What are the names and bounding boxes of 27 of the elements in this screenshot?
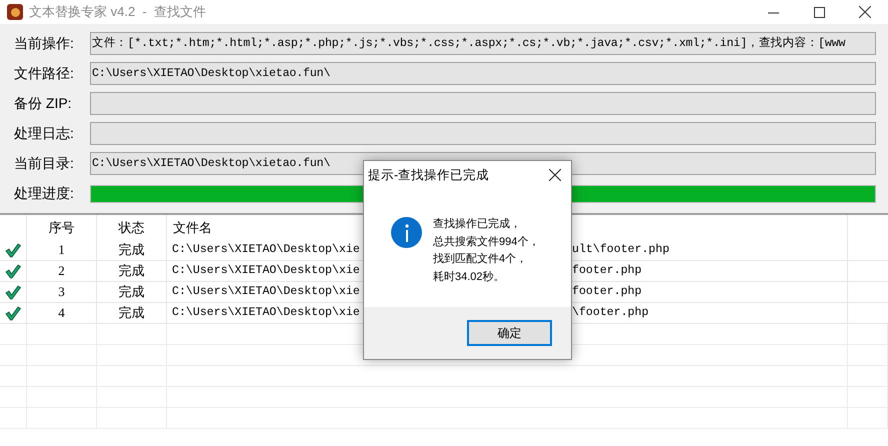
table-cell-text: \footer.php <box>572 305 649 322</box>
message-text: 找到匹配文件4个， <box>433 252 528 267</box>
field-label: 备份 ZIP: <box>13 94 73 113</box>
message-text: 耗时34.02秒。 <box>433 270 506 284</box>
table-cell-text: ult\footer.php <box>572 242 670 258</box>
table-cell-text: footer.php <box>572 284 642 300</box>
table-cell-text: C:\Users\XIETAO\Desktop\xie <box>172 284 360 300</box>
table-cell-text: C:\Users\XIETAO\Desktop\xie <box>172 263 360 280</box>
table-cell: 4 <box>27 303 97 323</box>
table-cell: 完成 <box>97 261 167 281</box>
table-cell-text: C:\Users\XIETAO\Desktop\xie <box>172 305 360 322</box>
table-cell: 完成 <box>97 303 167 323</box>
message-text: 查找操作已完成， <box>433 216 522 232</box>
field-label: 文件路径: <box>13 64 75 83</box>
table-cell-text: C:\Users\XIETAO\Desktop\xie <box>172 242 360 258</box>
dialog-title: 提示-查找操作已完成 <box>368 166 490 184</box>
field-label: 处理日志: <box>13 124 75 143</box>
field-label: 当前目录: <box>13 154 75 173</box>
field-label: 当前操作: <box>13 34 75 53</box>
field-label: 处理进度: <box>13 184 75 203</box>
table-cell: 2 <box>27 261 97 281</box>
table-cell: 1 <box>27 240 97 260</box>
table-cell: 完成 <box>97 240 167 260</box>
window-title: 文本替换专家 v4.2 - 查找文件 <box>29 3 206 22</box>
table-cell: 3 <box>27 282 97 302</box>
table-cell-text: footer.php <box>572 263 642 280</box>
table-cell: 完成 <box>97 282 167 302</box>
